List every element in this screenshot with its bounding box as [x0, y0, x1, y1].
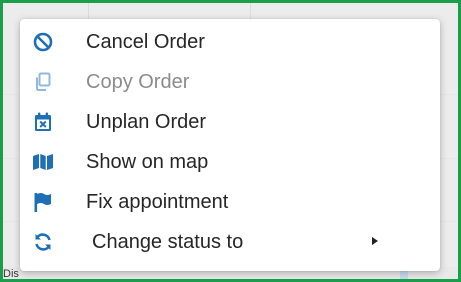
screen: Dis Cancel Order Copy Order Unplan Order… — [0, 0, 461, 282]
copy-icon — [32, 72, 54, 92]
submenu-arrow-icon — [372, 237, 378, 245]
ban-icon — [32, 32, 54, 52]
menu-item-cancel-order[interactable]: Cancel Order — [20, 22, 440, 62]
menu-item-label: Copy Order — [86, 70, 190, 93]
menu-item-unplan-order[interactable]: Unplan Order — [20, 102, 440, 142]
calendar-x-icon — [32, 112, 54, 132]
bottom-row-label: Dis — [3, 268, 19, 280]
menu-item-show-on-map[interactable]: Show on map — [20, 142, 440, 182]
menu-item-copy-order[interactable]: Copy Order — [20, 62, 440, 102]
menu-item-label: Change status to — [92, 230, 244, 253]
refresh-icon — [32, 232, 54, 252]
menu-item-change-status[interactable]: Change status to — [20, 222, 440, 262]
menu-item-fix-appointment[interactable]: Fix appointment — [20, 182, 440, 222]
menu-item-label: Show on map — [86, 150, 209, 173]
flag-icon — [32, 192, 54, 212]
context-menu: Cancel Order Copy Order Unplan Order Sho… — [20, 19, 440, 271]
menu-item-label: Fix appointment — [86, 190, 229, 213]
menu-item-label: Cancel Order — [86, 30, 205, 53]
menu-item-label: Unplan Order — [86, 110, 207, 133]
map-icon — [32, 152, 54, 172]
